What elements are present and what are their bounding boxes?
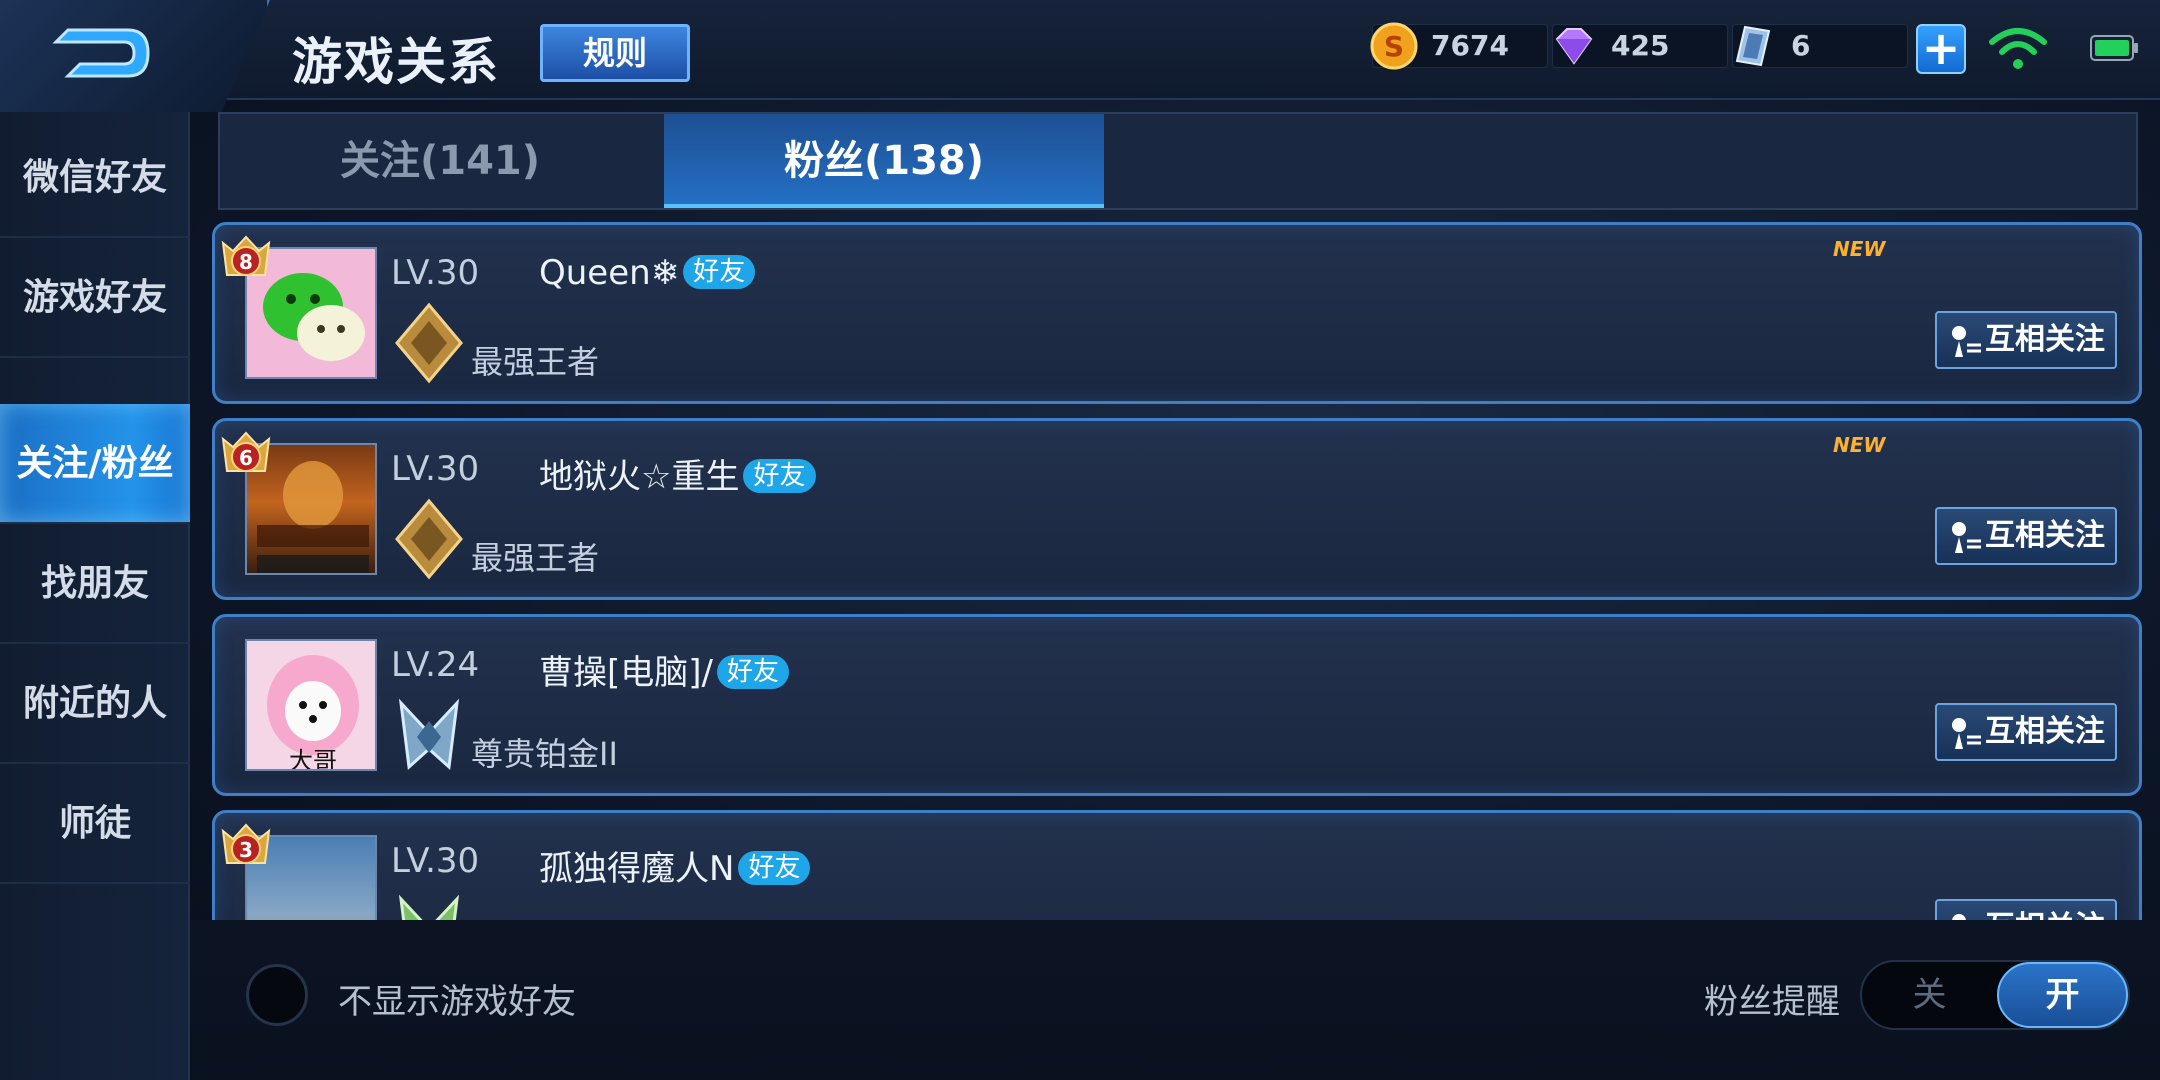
rank-badge-icon: 8 — [221, 235, 271, 276]
add-currency-button[interactable]: + — [1916, 24, 1966, 74]
list-item[interactable]: 大哥 LV.24 曹操[电脑]/好友 尊贵铂金II 互相关注 — [212, 614, 2142, 796]
king-rank-icon — [395, 498, 463, 580]
player-name: 地狱火☆重生 好友 — [539, 449, 816, 498]
player-level: LV.30 — [391, 253, 480, 293]
coupon-icon — [1735, 25, 1771, 67]
friend-tag: 好友 — [683, 255, 756, 289]
follow-person-icon — [1952, 718, 1981, 749]
toggle-on-option[interactable]: 开 — [1997, 962, 2128, 1028]
new-tag: NEW — [1833, 433, 1886, 457]
svg-text:8: 8 — [239, 250, 253, 274]
wifi-icon — [1989, 28, 2047, 69]
mutual-follow-button[interactable]: 互相关注 — [1935, 507, 2117, 565]
sidebar-item-game-friends[interactable]: 游戏好友 — [0, 238, 190, 358]
list-item[interactable]: 6 LV.30 地狱火☆重生 好友 最强王者 NEW 互相关注 — [212, 418, 2142, 600]
back-arrow-icon[interactable] — [48, 18, 158, 88]
player-name: Queen❄ 好友 — [539, 253, 756, 293]
follow-person-icon — [1952, 326, 1981, 357]
avatar-caption: 大哥 — [289, 747, 337, 771]
sidebar-item-find-friends[interactable]: 找朋友 — [0, 524, 190, 644]
list-item[interactable]: 8 LV.30 Queen❄ 好友 最强王者 NEW 互相关注 — [212, 222, 2142, 404]
svg-text:6: 6 — [239, 446, 253, 470]
player-level: LV.30 — [391, 841, 480, 881]
rank-badge-icon: 3 — [221, 823, 271, 864]
follow-person-icon — [1952, 522, 1981, 553]
bottom-bar: 不显示游戏好友 粉丝提醒 关 开 — [190, 920, 2160, 1080]
sidebar-item-wechat-friends[interactable]: 微信好友 — [0, 118, 190, 238]
rank-badge-icon: 6 — [221, 431, 271, 472]
top-bar: 游戏关系 规则 S 7674 425 6 + — [0, 0, 2160, 112]
gold-coin-icon: S — [1370, 22, 1418, 70]
sidebar: 微信好友 游戏好友 关注/粉丝 找朋友 附近的人 师徒 — [0, 112, 190, 1080]
sidebar-item-follow-fans[interactable]: 关注/粉丝 — [0, 404, 190, 524]
toggle-off-option[interactable]: 关 — [1862, 962, 1997, 1028]
player-level: LV.24 — [391, 645, 480, 685]
rank-name: 尊贵铂金II — [471, 735, 618, 773]
hide-friends-label: 不显示游戏好友 — [338, 982, 576, 1022]
coupon-counter: 6 — [1732, 24, 1908, 68]
fans-list: 8 LV.30 Queen❄ 好友 最强王者 NEW 互相关注 6 LV.30 … — [212, 220, 2142, 920]
mutual-follow-button[interactable]: 互相关注 — [1935, 703, 2117, 761]
tab-bar: 关注(141) 粉丝(138) — [218, 112, 2138, 210]
avatar[interactable]: 大哥 — [245, 639, 377, 771]
back-panel[interactable] — [0, 0, 270, 112]
hide-friends-radio[interactable] — [246, 964, 308, 1026]
king-rank-icon — [395, 302, 463, 384]
friend-tag: 好友 — [716, 655, 789, 689]
page-title: 游戏关系 — [292, 33, 500, 91]
tab-following[interactable]: 关注(141) — [220, 114, 660, 208]
svg-text:S: S — [1384, 30, 1404, 63]
player-name: 孤独得魔人N 好友 — [539, 841, 811, 890]
diamond-value: 425 — [1611, 29, 1670, 62]
rank-icon — [398, 894, 460, 920]
sidebar-item-mentor[interactable]: 师徒 — [0, 764, 190, 884]
follow-person-icon — [1952, 914, 1966, 920]
friend-tag: 好友 — [743, 459, 816, 493]
tab-fans[interactable]: 粉丝(138) — [664, 114, 1104, 208]
player-level: LV.30 — [391, 449, 480, 489]
svg-text:3: 3 — [239, 838, 253, 862]
diamond-icon — [1555, 28, 1593, 65]
sidebar-item-nearby[interactable]: 附近的人 — [0, 644, 190, 764]
fans-notify-toggle[interactable]: 关 开 — [1860, 960, 2130, 1030]
diamond-counter: 425 — [1552, 24, 1728, 68]
rank-name: 最强王者 — [471, 539, 600, 577]
mutual-follow-button[interactable]: 互相关注 — [1935, 311, 2117, 369]
new-tag: NEW — [1833, 237, 1886, 261]
coupon-value: 6 — [1791, 29, 1811, 62]
rank-name: 最强王者 — [471, 343, 600, 381]
battery-icon — [2090, 35, 2138, 61]
mutual-follow-button[interactable]: 互相关注 — [1935, 899, 2117, 920]
rules-button[interactable]: 规则 — [540, 24, 690, 82]
player-name: 曹操[电脑]/好友 — [539, 645, 789, 694]
fans-notify-label: 粉丝提醒 — [1704, 982, 1840, 1022]
list-item[interactable]: 3 LV.30 孤独得魔人N好友 互相关注 — [212, 810, 2142, 920]
gold-value: 7674 — [1431, 29, 1509, 62]
friend-tag: 好友 — [738, 851, 811, 885]
platinum-rank-icon — [398, 698, 460, 771]
gold-counter: S 7674 — [1370, 22, 1548, 70]
